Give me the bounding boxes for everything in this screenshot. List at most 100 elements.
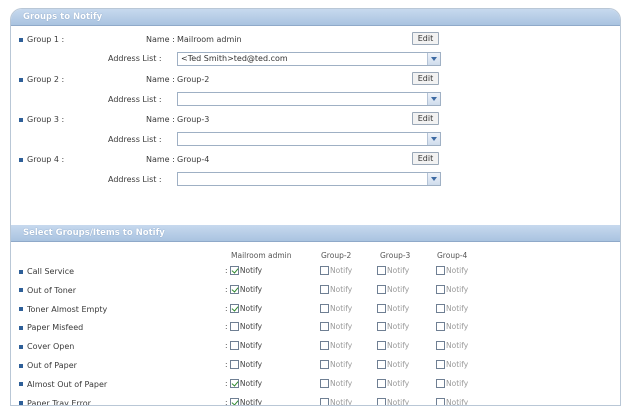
notify-checkbox-cell[interactable]: Notify: [377, 322, 410, 332]
item-label: Toner Almost Empty: [19, 305, 107, 314]
notify-checkbox-cell[interactable]: Notify: [436, 341, 468, 351]
notify-checkbox[interactable]: [377, 284, 386, 294]
bullet-icon: [19, 157, 23, 162]
notify-checkbox-cell[interactable]: Notify: [377, 341, 409, 351]
notify-checkbox[interactable]: [229, 397, 239, 405]
group-4-edit-button[interactable]: Edit: [412, 152, 439, 165]
bullet-icon: [19, 117, 23, 122]
group-4-address-select[interactable]: [177, 172, 441, 186]
notify-checkbox[interactable]: [377, 303, 386, 313]
notify-checkbox[interactable]: [436, 378, 445, 388]
notify-checkbox[interactable]: [229, 378, 239, 388]
notify-checkbox-cell[interactable]: Notify: [436, 322, 468, 332]
notify-checkbox-cell[interactable]: Notify: [436, 284, 468, 294]
notify-checkbox[interactable]: [436, 322, 445, 332]
notify-label: Notify: [239, 284, 263, 294]
notify-checkbox-cell[interactable]: Notify: [377, 360, 409, 369]
notify-checkbox-cell[interactable]: : Notify: [225, 397, 262, 405]
notify-checkbox[interactable]: [229, 303, 239, 313]
notify-checkbox[interactable]: [377, 341, 386, 351]
notify-checkbox[interactable]: [320, 378, 329, 388]
notify-label: Notify: [239, 378, 263, 388]
notify-label: Notify: [330, 303, 353, 313]
notify-checkbox-cell[interactable]: Notify: [436, 378, 469, 388]
chevron-down-icon[interactable]: [427, 173, 440, 185]
notify-checkbox-cell[interactable]: Notify: [320, 266, 352, 275]
bullet-icon: [19, 269, 23, 274]
notify-checkbox-cell[interactable]: : Notify: [225, 360, 262, 369]
notify-checkbox[interactable]: [229, 266, 239, 275]
chevron-down-icon[interactable]: [427, 93, 440, 105]
notify-checkbox[interactable]: [377, 378, 386, 388]
notify-checkbox[interactable]: [436, 397, 445, 405]
notify-checkbox[interactable]: [229, 322, 239, 332]
notify-checkbox-cell[interactable]: Notify: [320, 397, 352, 405]
notify-label: Notify: [387, 322, 410, 332]
notify-checkbox[interactable]: [229, 284, 239, 294]
notify-checkbox-cell[interactable]: Notify: [320, 284, 352, 294]
group-2-edit-button[interactable]: Edit: [412, 72, 439, 85]
group-3-edit-button[interactable]: Edit: [412, 112, 439, 125]
notify-label: Notify: [239, 322, 263, 332]
notify-checkbox[interactable]: [229, 360, 239, 369]
notify-checkbox[interactable]: [320, 266, 329, 275]
notify-checkbox[interactable]: [320, 284, 329, 294]
notify-label: Notify: [446, 266, 469, 275]
notify-checkbox-cell[interactable]: Notify: [436, 397, 469, 406]
notify-checkbox-cell[interactable]: : Notify: [225, 303, 262, 313]
notify-checkbox[interactable]: [320, 360, 329, 369]
notify-checkbox-cell[interactable]: Notify: [377, 284, 409, 294]
notify-checkbox[interactable]: [320, 341, 329, 351]
item-label: Paper Misfeed: [19, 323, 83, 332]
notify-checkbox-cell[interactable]: Notify: [436, 303, 469, 313]
bullet-icon: [19, 382, 23, 387]
notify-checkbox[interactable]: [229, 341, 239, 351]
notify-checkbox-cell[interactable]: Notify: [320, 360, 352, 369]
notify-checkbox-cell[interactable]: Notify: [320, 378, 352, 388]
notify-checkbox[interactable]: [377, 397, 386, 405]
notify-checkbox[interactable]: [436, 341, 445, 351]
notify-label: Notify: [446, 303, 469, 313]
group-1-edit-button[interactable]: Edit: [412, 32, 439, 45]
notify-checkbox-cell[interactable]: Notify: [320, 322, 353, 332]
notify-label: Notify: [387, 397, 410, 406]
chevron-down-icon[interactable]: [427, 53, 440, 65]
notify-checkbox-cell[interactable]: Notify: [377, 378, 410, 388]
group-1-address-label: Address List :: [108, 54, 162, 63]
notify-checkbox[interactable]: [320, 397, 329, 405]
notify-checkbox[interactable]: [436, 360, 445, 369]
notify-label: Notify: [446, 378, 469, 388]
column-header-mailroom-admin: Mailroom admin: [231, 251, 292, 260]
chevron-down-icon[interactable]: [427, 133, 440, 145]
bullet-icon: [19, 288, 23, 293]
notify-checkbox-cell[interactable]: Notify: [320, 303, 353, 313]
notify-checkbox-cell[interactable]: Notify: [377, 303, 409, 313]
notify-checkbox[interactable]: [377, 266, 386, 275]
notify-checkbox-cell[interactable]: Notify: [377, 397, 410, 406]
notify-checkbox-cell[interactable]: : Notify: [225, 266, 262, 275]
item-label: Cover Open: [19, 342, 74, 351]
group-2-address-select[interactable]: [177, 92, 441, 106]
notify-checkbox-cell[interactable]: : Notify: [225, 378, 263, 388]
notify-checkbox[interactable]: [436, 284, 445, 294]
notify-label: Notify: [330, 322, 353, 332]
group-3-label: Group 3 :: [19, 115, 64, 124]
notify-label: Notify: [387, 266, 410, 275]
notify-checkbox-cell[interactable]: : Notify: [225, 322, 263, 332]
group-1-address-select[interactable]: <Ted Smith>ted@ted.com: [177, 52, 441, 66]
notify-checkbox-cell[interactable]: : Notify: [225, 284, 263, 294]
notify-checkbox[interactable]: [436, 303, 445, 313]
group-3-address-select[interactable]: [177, 132, 441, 146]
notify-checkbox-cell[interactable]: Notify: [436, 266, 468, 275]
notify-checkbox[interactable]: [320, 303, 329, 313]
notify-checkbox[interactable]: [436, 266, 445, 275]
notify-label: Notify: [387, 378, 410, 388]
notify-checkbox-cell[interactable]: : Notify: [225, 341, 262, 351]
notify-checkbox-cell[interactable]: Notify: [320, 341, 352, 351]
notify-label: Notify: [446, 397, 469, 406]
notify-checkbox-cell[interactable]: Notify: [436, 360, 468, 369]
notify-checkbox-cell[interactable]: Notify: [377, 266, 409, 275]
notify-checkbox[interactable]: [377, 360, 386, 369]
notify-checkbox[interactable]: [320, 322, 329, 332]
notify-checkbox[interactable]: [377, 322, 386, 332]
